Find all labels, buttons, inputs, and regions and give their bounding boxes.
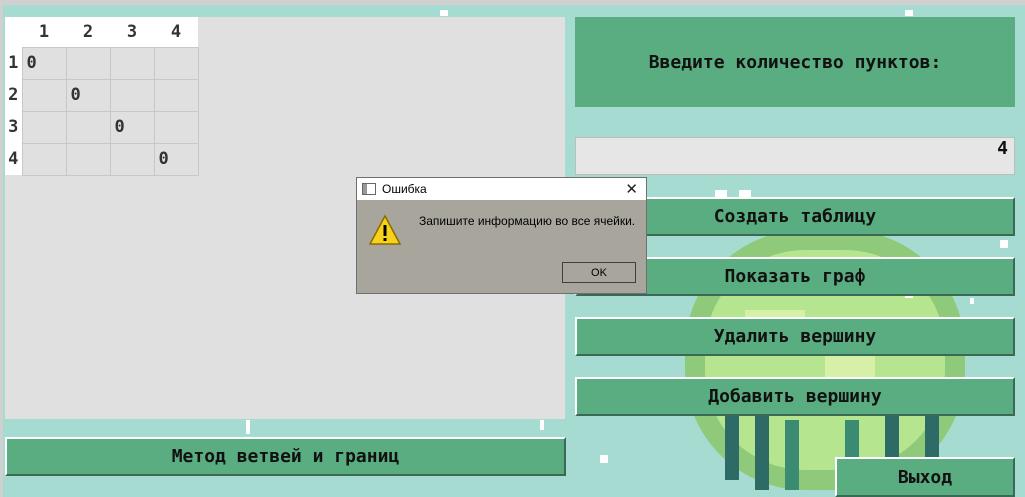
snow-dot <box>905 10 913 16</box>
column-header: 2 <box>66 17 110 47</box>
close-icon[interactable]: ✕ <box>625 180 638 198</box>
row-header: 4 <box>5 143 22 175</box>
matrix-cell[interactable] <box>153 110 199 144</box>
snow-dot <box>540 420 544 430</box>
matrix-cell[interactable] <box>65 46 111 80</box>
matrix-cell[interactable]: 0 <box>153 142 199 176</box>
dialog-titlebar: Ошибка ✕ <box>357 178 646 200</box>
warning-icon <box>369 214 401 245</box>
matrix-cell[interactable] <box>21 110 67 144</box>
distance-matrix: 1 2 3 4 1 0 2 0 3 0 4 0 <box>5 17 199 176</box>
matrix-cell[interactable] <box>109 142 155 176</box>
matrix-cell[interactable] <box>109 78 155 112</box>
snow-dot <box>440 10 448 16</box>
row-header: 2 <box>5 79 22 111</box>
window-icon <box>362 183 376 195</box>
matrix-cell[interactable]: 0 <box>109 110 155 144</box>
exit-button[interactable]: Выход <box>835 457 1015 497</box>
column-header: 3 <box>110 17 154 47</box>
snow-dot <box>970 298 974 304</box>
matrix-cell[interactable] <box>109 46 155 80</box>
matrix-cell[interactable] <box>153 46 199 80</box>
table-row: 3 0 <box>5 110 199 144</box>
add-vertex-button[interactable]: Добавить вершину <box>575 377 1015 416</box>
ok-button[interactable]: OK <box>562 262 636 283</box>
row-header: 1 <box>5 47 22 79</box>
error-dialog: Ошибка ✕ Запишите информацию во все ячей… <box>356 177 647 294</box>
dialog-message: Запишите информацию во все ячейки. <box>419 214 636 228</box>
point-count-label: Введите количество пунктов: <box>575 17 1015 107</box>
matrix-cell[interactable] <box>153 78 199 112</box>
matrix-cell[interactable]: 0 <box>21 46 67 80</box>
dialog-title: Ошибка <box>382 182 427 196</box>
matrix-cell[interactable] <box>21 78 67 112</box>
column-header: 1 <box>22 17 66 47</box>
matrix-cell[interactable] <box>65 110 111 144</box>
table-row: 4 0 <box>5 142 199 176</box>
table-row: 1 0 <box>5 46 199 80</box>
delete-vertex-button[interactable]: Удалить вершину <box>575 317 1015 356</box>
matrix-cell[interactable] <box>21 142 67 176</box>
snow-dot <box>1000 240 1008 248</box>
corner-cell <box>5 17 22 47</box>
row-header: 3 <box>5 111 22 143</box>
branch-and-bound-button[interactable]: Метод ветвей и границ <box>5 437 566 476</box>
snow-dot <box>600 455 608 463</box>
table-row: 2 0 <box>5 78 199 112</box>
matrix-cell[interactable] <box>65 142 111 176</box>
matrix-cell[interactable]: 0 <box>65 78 111 112</box>
point-count-input[interactable]: 4 <box>575 137 1015 175</box>
column-header: 4 <box>154 17 198 47</box>
snow-dot <box>246 420 250 434</box>
